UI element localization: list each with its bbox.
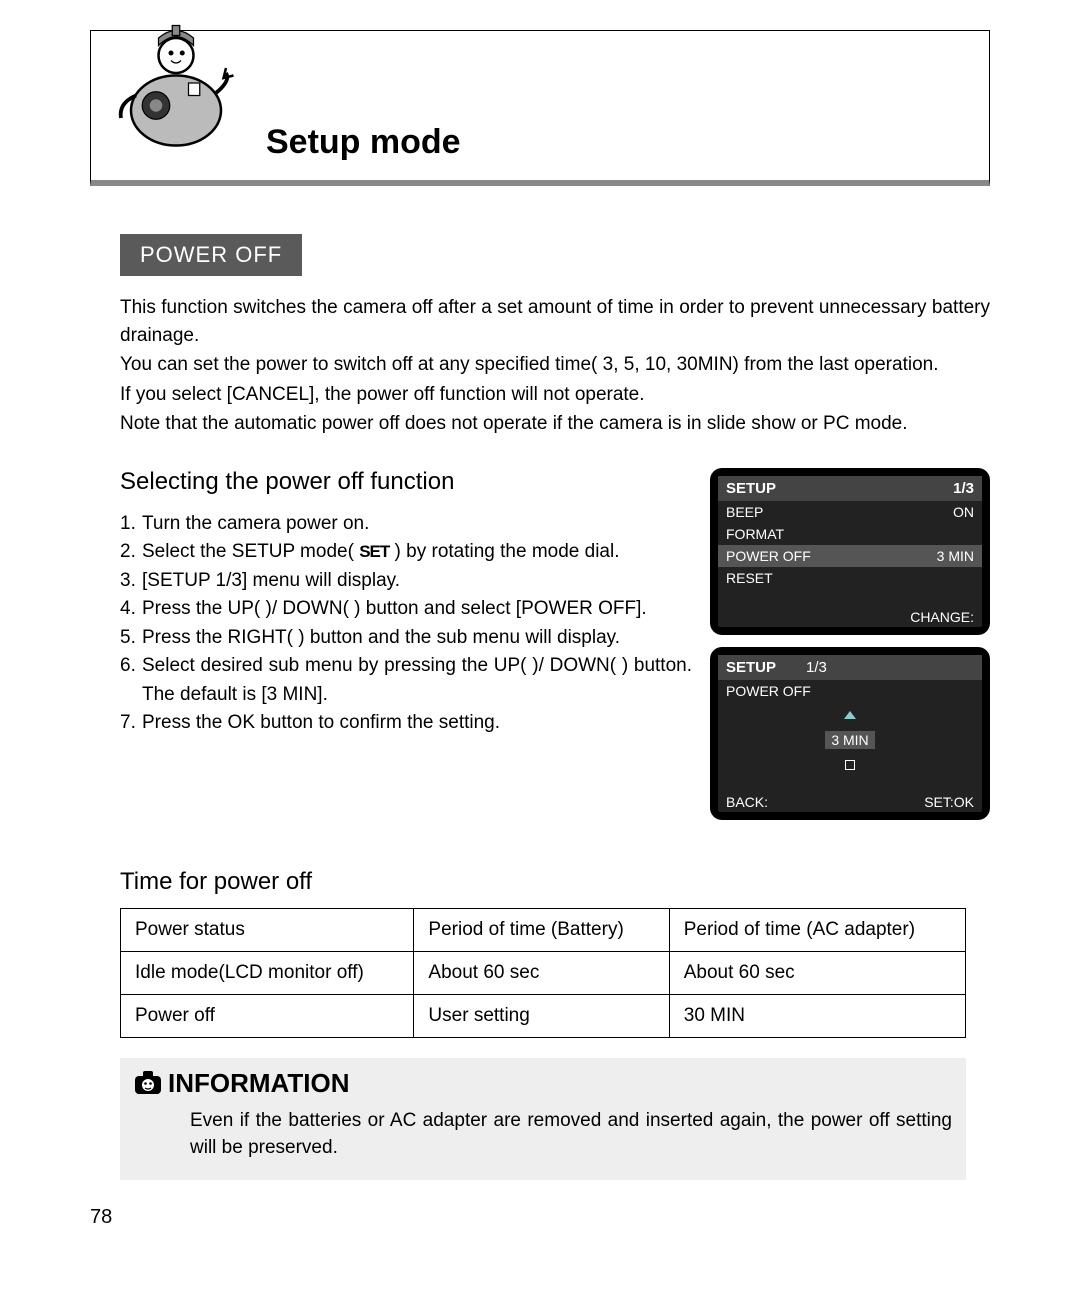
subhead-time: Time for power off: [120, 868, 990, 896]
description-block: This function switches the camera off af…: [120, 294, 990, 438]
desc-p2: You can set the power to switch off at a…: [120, 351, 990, 379]
lcd-screen-2: SETUP 1/3 POWER OFF 3 MIN BACK: SET:OK: [710, 647, 990, 820]
info-text: Even if the batteries or AC adapter are …: [190, 1107, 952, 1162]
information-box: INFORMATION Even if the batteries or AC …: [120, 1058, 966, 1180]
step-1: 1.Turn the camera power on.: [120, 510, 692, 539]
lcd1-foot-change: CHANGE:: [910, 609, 974, 625]
lcd2-title: SETUP: [726, 659, 776, 676]
lcd2-label: POWER OFF: [718, 680, 982, 702]
lcd1-row-beep: BEEPON: [718, 501, 982, 523]
lcd-screen-1: SETUP 1/3 BEEPON FORMAT POWER OFF3 MIN R…: [710, 468, 990, 635]
table-header-0: Power status: [121, 908, 414, 951]
lcd2-arrow-down: [718, 753, 982, 778]
table-row: Idle mode(LCD monitor off) About 60 sec …: [121, 951, 966, 994]
lcd1-title: SETUP: [726, 480, 776, 497]
info-title-text: INFORMATION: [168, 1068, 350, 1099]
table-row: Power off User setting 30 MIN: [121, 994, 966, 1037]
section-label: POWER OFF: [120, 234, 302, 276]
desc-p1: This function switches the camera off af…: [120, 294, 990, 349]
lcd1-row-format: FORMAT: [718, 523, 982, 545]
lcd2-foot-back: BACK:: [726, 794, 768, 810]
lcd2-arrow-up: [718, 702, 982, 727]
page-header: Setup mode: [90, 30, 990, 186]
step-4: 4.Press the UP( )/ DOWN( ) button and se…: [120, 595, 692, 624]
up-arrow-icon: [844, 711, 856, 719]
step-3: 3.[SETUP 1/3] menu will display.: [120, 567, 692, 596]
page-title: Setup mode: [266, 123, 461, 162]
table-header-row: Power status Period of time (Battery) Pe…: [121, 908, 966, 951]
page-number: 78: [90, 1206, 990, 1229]
steps-list: 1.Turn the camera power on. 2.Select the…: [120, 510, 692, 738]
step-2: 2.Select the SETUP mode( SET ) by rotati…: [120, 538, 692, 567]
table-header-2: Period of time (AC adapter): [669, 908, 965, 951]
step-6: 6.Select desired sub menu by pressing th…: [120, 652, 692, 709]
mascot-icon: [101, 13, 251, 163]
subhead-selecting: Selecting the power off function: [120, 468, 692, 496]
down-arrow-icon: [845, 760, 855, 770]
lcd2-foot-setok: SET:OK: [924, 794, 974, 810]
lcd2-value: 3 MIN: [825, 731, 874, 749]
step-7: 7.Press the OK button to confirm the set…: [120, 709, 692, 738]
power-off-table: Power status Period of time (Battery) Pe…: [120, 908, 966, 1038]
lcd1-row-reset: RESET: [718, 567, 982, 589]
lcd1-row-poweroff: POWER OFF3 MIN: [718, 545, 982, 567]
step-5: 5.Press the RIGHT( ) button and the sub …: [120, 624, 692, 653]
camera-info-icon: [134, 1070, 162, 1096]
desc-p3: If you select [CANCEL], the power off fu…: [120, 381, 990, 409]
lcd2-page: 1/3: [806, 659, 827, 676]
lcd1-page: 1/3: [953, 480, 974, 497]
table-header-1: Period of time (Battery): [414, 908, 669, 951]
set-mode-label: SET: [359, 542, 389, 561]
desc-p4: Note that the automatic power off does n…: [120, 410, 990, 438]
